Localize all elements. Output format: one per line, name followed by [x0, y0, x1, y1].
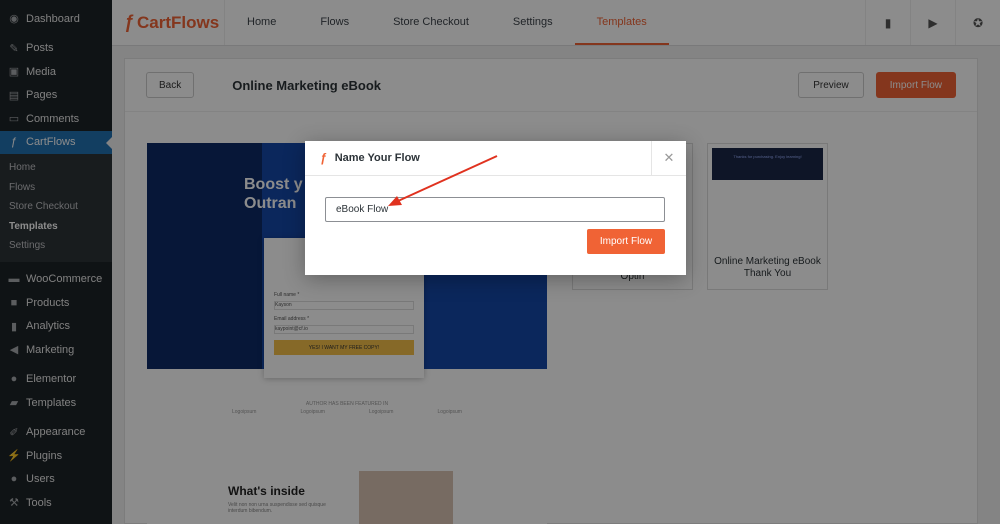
close-icon[interactable]: ✕ — [651, 140, 686, 176]
flow-name-input[interactable] — [325, 197, 665, 222]
name-flow-modal: ƒ Name Your Flow ✕ Import Flow — [305, 140, 686, 275]
modal-title: Name Your Flow — [334, 152, 420, 164]
modal-header: ƒ Name Your Flow ✕ — [305, 140, 686, 176]
modal-import-flow-button[interactable]: Import Flow — [587, 229, 665, 254]
cartflows-icon: ƒ — [320, 151, 327, 165]
